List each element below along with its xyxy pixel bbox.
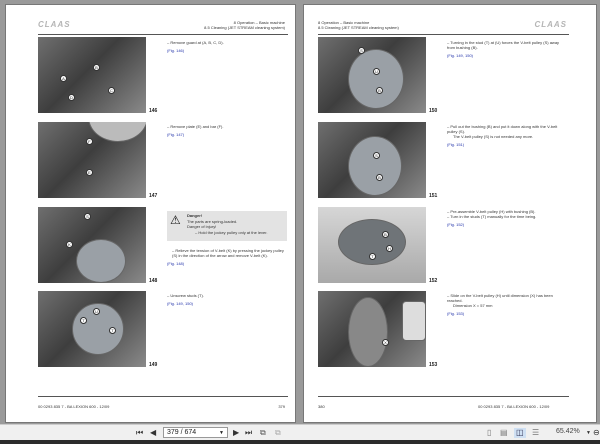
- figure-number: 146: [149, 108, 158, 114]
- zoom-out-icon[interactable]: ⊖: [593, 428, 600, 438]
- callout: X: [382, 339, 389, 346]
- figure-link[interactable]: (Fig. 148): [167, 261, 289, 266]
- figure-number: 147: [149, 193, 158, 199]
- callout: S: [84, 213, 91, 220]
- viewer-toolbar: ⏮ ◀ 379 / 674 ▼ ▶ ⏭ ⧉ ⧉ ▯ ▤ ◫ ☰ 65.42% ▼ …: [0, 424, 600, 440]
- step: – Slide on the V-belt pulley (H) until d…: [447, 293, 553, 303]
- next-page-button[interactable]: ▶: [233, 428, 239, 438]
- continuous-facing-icon[interactable]: ☰: [532, 428, 539, 438]
- page-number-input[interactable]: 379 / 674 ▼: [163, 427, 228, 438]
- figure-number: 148: [149, 278, 158, 284]
- figure-number: 151: [429, 193, 438, 199]
- callout: U: [373, 68, 380, 75]
- step: – Turn in the studs (T) manually for the…: [447, 214, 537, 219]
- callout: S: [373, 152, 380, 159]
- single-page-icon[interactable]: ▯: [487, 428, 491, 438]
- callout: S: [358, 47, 365, 54]
- figure-number: 149: [149, 362, 158, 368]
- step: – Remove plate (E) and bar (F).: [167, 124, 224, 129]
- callout: F: [86, 138, 93, 145]
- step: – Relieve the tension of V-belt (K) by p…: [172, 248, 284, 258]
- figure-153-image: X: [318, 291, 426, 367]
- figure-152-image: B H T: [318, 207, 426, 283]
- figure-number: 153: [429, 362, 438, 368]
- instruction: – Relieve the tension of V-belt (K) by p…: [167, 248, 289, 266]
- instruction: – Pre-assemble V-belt pulley (H) with bu…: [447, 209, 567, 227]
- figure-number: 150: [429, 108, 438, 114]
- step-note: Dimension X = 57 mm: [453, 303, 493, 308]
- figure-146-image: A B C D: [38, 37, 146, 113]
- claas-logo: CLAAS: [534, 20, 567, 29]
- right-page: 8 Operation – Basic machine 8.5 Cleaning…: [303, 4, 597, 423]
- taskbar-strip: [0, 440, 600, 444]
- callout: H: [386, 245, 393, 252]
- header-rule: [318, 34, 569, 35]
- step-note: The V-belt pulley (S) is not needed any …: [453, 134, 534, 139]
- figure-link[interactable]: (Fig. 149, 150): [447, 53, 567, 58]
- figure-number: 152: [429, 278, 438, 284]
- instruction: – Slide on the V-belt pulley (H) until d…: [447, 293, 567, 316]
- figure-148-image: S K: [38, 207, 146, 283]
- facing-pages-icon[interactable]: ◫: [514, 428, 526, 438]
- instruction: – Remove plate (E) and bar (F). (Fig. 147…: [167, 124, 287, 137]
- page-number-value: 379 / 674: [167, 429, 197, 436]
- callout: T: [369, 253, 376, 260]
- previous-view-icon[interactable]: ⧉: [260, 428, 266, 438]
- instruction: – Pull out the bushing (B) and put it do…: [447, 124, 567, 147]
- figure-link[interactable]: (Fig. 149, 150): [167, 301, 287, 306]
- callout: B: [382, 231, 389, 238]
- danger-text: – Hold the jockey pulley only at the lev…: [195, 229, 268, 235]
- figure-link[interactable]: (Fig. 146): [167, 48, 287, 53]
- step: – Turning in the stud (T) at (U) forces …: [447, 40, 560, 50]
- step: – Pull out the bushing (B) and put it do…: [447, 124, 558, 134]
- zoom-dropdown-icon[interactable]: ▼: [586, 428, 591, 438]
- callout: U: [93, 308, 100, 315]
- continuous-page-icon[interactable]: ▤: [500, 428, 508, 438]
- footer-doc-id: 00 0293 835 7 - BA LEXION 600 - 12/09: [38, 404, 110, 409]
- header-section: 8.5 Cleaning (JET STREAM cleaning system…: [318, 25, 399, 30]
- figure-link[interactable]: (Fig. 152): [447, 222, 567, 227]
- step: – Unscrew studs (T).: [167, 293, 204, 298]
- callout: C: [108, 87, 115, 94]
- callout: E: [86, 169, 93, 176]
- last-page-button[interactable]: ⏭: [245, 428, 252, 438]
- chevron-down-icon[interactable]: ▼: [219, 428, 224, 438]
- figure-149-image: T U T: [38, 291, 146, 367]
- previous-page-button[interactable]: ◀: [150, 428, 156, 438]
- callout: T: [109, 327, 116, 334]
- danger-notice: ⚠ Danger! The parts are spring-loaded. D…: [167, 211, 287, 241]
- page-header: 8 Operation – Basic machine 8.5 Cleaning…: [204, 20, 285, 30]
- instruction: – Unscrew studs (T). (Fig. 149, 150): [167, 293, 287, 306]
- warning-icon: ⚠: [170, 213, 181, 227]
- callout: B: [93, 64, 100, 71]
- callout: K: [66, 241, 73, 248]
- callout: D: [68, 94, 75, 101]
- instruction: – Turning in the stud (T) at (U) forces …: [447, 40, 567, 58]
- page-number: 380: [318, 404, 325, 409]
- step: – Remove guard at (A, B, C, D).: [167, 40, 224, 45]
- page-header: 8 Operation – Basic machine 8.5 Cleaning…: [318, 20, 399, 30]
- page-number: 379: [278, 404, 285, 409]
- callout: B: [376, 87, 383, 94]
- figure-link[interactable]: (Fig. 147): [167, 132, 287, 137]
- next-view-icon[interactable]: ⧉: [275, 428, 281, 438]
- figure-147-image: F E: [38, 122, 146, 198]
- figure-link[interactable]: (Fig. 151): [447, 142, 567, 147]
- callout: A: [60, 75, 67, 82]
- header-section: 8.5 Cleaning (JET STREAM cleaning system…: [204, 25, 285, 30]
- footer-rule: [38, 396, 288, 397]
- footer-doc-id: 00 0293 835 7 - BA LEXION 600 - 12/09: [478, 404, 550, 409]
- zoom-level[interactable]: 65.42%: [556, 428, 580, 435]
- footer-rule: [318, 396, 569, 397]
- header-rule: [38, 34, 288, 35]
- callout: T: [80, 317, 87, 324]
- callout: B: [376, 174, 383, 181]
- first-page-button[interactable]: ⏮: [136, 428, 143, 438]
- left-page: CLAAS 8 Operation – Basic machine 8.5 Cl…: [5, 4, 296, 423]
- instruction: – Remove guard at (A, B, C, D). (Fig. 146…: [167, 40, 287, 53]
- figure-151-image: S B: [318, 122, 426, 198]
- claas-logo: CLAAS: [38, 20, 71, 29]
- figure-link[interactable]: (Fig. 153): [447, 311, 567, 316]
- figure-150-image: S U B: [318, 37, 426, 113]
